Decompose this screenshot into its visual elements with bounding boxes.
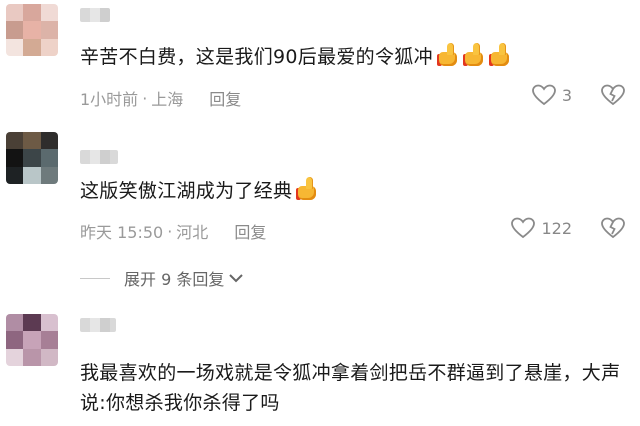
- like-button[interactable]: 122: [511, 217, 572, 239]
- chevron-down-icon: [229, 274, 244, 283]
- expand-replies-label: 展开 9 条回复: [124, 270, 225, 289]
- dislike-button[interactable]: [600, 217, 626, 243]
- comment-time: 1小时前: [80, 90, 139, 109]
- username[interactable]: [80, 150, 118, 164]
- username[interactable]: [80, 8, 110, 22]
- comment-text-content: 这版笑傲江湖成为了经典: [80, 180, 293, 202]
- like-count: 3: [561, 85, 572, 105]
- like-button[interactable]: 3: [531, 84, 572, 106]
- meta-separator: ·: [167, 221, 173, 241]
- comment-text: 我最喜欢的一场戏就是令狐冲拿着剑把岳不群逼到了悬崖，大声说:你想杀我你杀得了吗: [80, 358, 624, 418]
- broken-heart-icon: [601, 217, 625, 239]
- avatar[interactable]: [6, 132, 58, 184]
- comment-text-content: 辛苦不白费，这是我们90后最爱的令狐冲: [80, 46, 433, 68]
- comment-time: 昨天 15:50: [80, 223, 164, 242]
- meta-separator: ·: [142, 88, 148, 108]
- thumbs-up-icon: [462, 43, 485, 67]
- comment-location: 上海: [151, 90, 184, 109]
- heart-icon: [531, 84, 556, 106]
- comment-meta: 1小时前 · 上海 回复: [80, 86, 241, 110]
- comment-text: 这版笑傲江湖成为了经典: [80, 176, 624, 207]
- reply-button[interactable]: 回复: [209, 86, 241, 110]
- avatar[interactable]: [6, 4, 58, 56]
- divider: [80, 277, 110, 279]
- reply-button[interactable]: 回复: [234, 219, 266, 243]
- expand-replies-button[interactable]: 展开 9 条回复: [80, 266, 244, 290]
- thumbs-up-icon: [296, 177, 318, 201]
- broken-heart-icon: [601, 84, 625, 106]
- comment-text-content: 我最喜欢的一场戏就是令狐冲拿着剑把岳不群逼到了悬崖，大声说:你想杀我你杀得了吗: [80, 362, 621, 414]
- comment-text: 辛苦不白费，这是我们90后最爱的令狐冲: [80, 42, 624, 73]
- thumbs-up-icon: [488, 43, 511, 67]
- comment-location: 河北: [176, 223, 209, 242]
- thumbs-up-icon: [436, 43, 459, 67]
- avatar[interactable]: [6, 314, 58, 366]
- like-count: 122: [541, 218, 572, 238]
- heart-icon: [511, 217, 536, 239]
- comment-meta: 昨天 15:50 · 河北 回复: [80, 219, 266, 243]
- username[interactable]: [80, 318, 116, 332]
- dislike-button[interactable]: [600, 84, 626, 110]
